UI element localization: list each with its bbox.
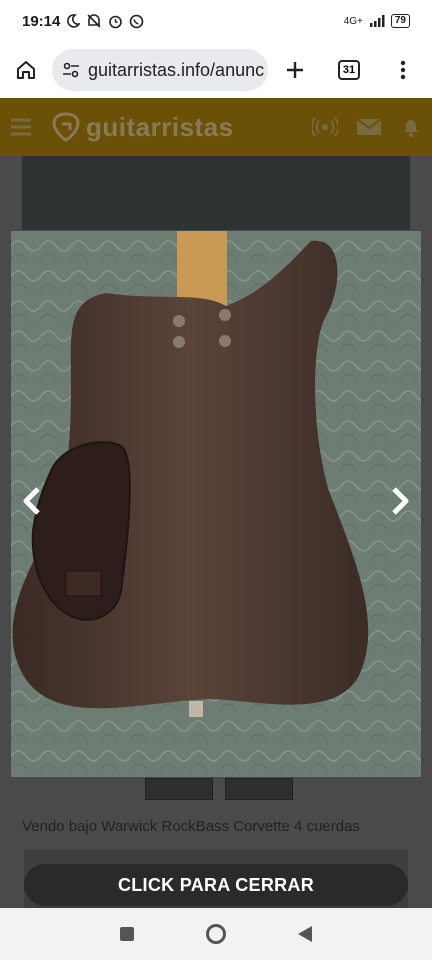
guitar-pick-logo-icon xyxy=(52,112,80,142)
moon-icon xyxy=(67,14,81,28)
back-triangle-icon[interactable] xyxy=(297,925,313,943)
browser-toolbar: guitarristas.info/anunc 31 xyxy=(0,42,432,98)
gallery-thumbnails xyxy=(145,778,293,800)
hamburger-menu-icon[interactable] xyxy=(10,118,32,136)
bell-icon[interactable] xyxy=(400,116,422,138)
mute-icon xyxy=(87,14,101,28)
web-page: guitarristas Vendo bajo Warwick RockBass… xyxy=(0,98,432,908)
gallery-next-button[interactable] xyxy=(382,483,418,519)
recents-square-icon[interactable] xyxy=(119,926,135,942)
background-photo xyxy=(22,156,410,230)
gallery-photo[interactable] xyxy=(11,231,421,777)
site-logo-text: guitarristas xyxy=(86,111,234,142)
home-button[interactable] xyxy=(0,42,52,98)
bass-guitar-photo xyxy=(11,231,421,777)
network-type: 4G+ xyxy=(343,15,363,27)
site-settings-icon[interactable] xyxy=(62,61,80,79)
thumbnail[interactable] xyxy=(145,778,213,800)
home-icon xyxy=(17,61,35,79)
thumbnail[interactable] xyxy=(225,778,293,800)
url-text: guitarristas.info/anunc xyxy=(88,59,265,80)
signal-icon xyxy=(369,15,385,27)
address-bar[interactable]: guitarristas.info/anunc xyxy=(52,49,268,91)
mail-icon[interactable] xyxy=(356,118,382,136)
home-circle-icon[interactable] xyxy=(205,923,227,945)
whatsapp-icon xyxy=(130,14,144,28)
status-bar: 19:14 4G+ 79 xyxy=(0,0,432,42)
new-tab-button[interactable] xyxy=(268,42,322,98)
alarm-icon xyxy=(109,15,123,28)
tab-switcher-button[interactable]: 31 xyxy=(322,42,376,98)
listing-title: Vendo bajo Warwick RockBass Corvette 4 c… xyxy=(22,818,360,835)
new-tab-icon xyxy=(287,62,303,78)
site-header: guitarristas xyxy=(0,98,432,156)
chevron-left-icon xyxy=(23,487,40,515)
status-time: 19:14 xyxy=(22,12,61,30)
system-navigation-bar xyxy=(0,908,432,960)
site-logo[interactable]: guitarristas xyxy=(52,112,234,143)
menu-icon xyxy=(400,60,406,80)
chevron-right-icon xyxy=(392,487,409,515)
broadcast-icon[interactable] xyxy=(312,117,338,137)
close-overlay-button[interactable]: CLICK PARA CERRAR xyxy=(24,864,408,906)
gallery-prev-button[interactable] xyxy=(14,483,50,519)
battery-icon: 79 xyxy=(390,14,410,28)
tabs-icon: 31 xyxy=(338,60,360,80)
browser-menu-button[interactable] xyxy=(376,42,430,98)
